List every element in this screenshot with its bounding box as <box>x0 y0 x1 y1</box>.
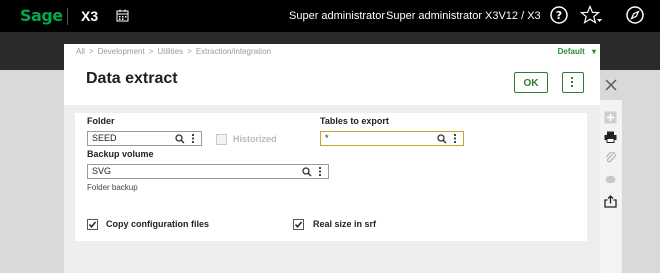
form-section: Folder SEED Historized Tables to export … <box>75 113 587 241</box>
print-icon[interactable] <box>604 131 617 143</box>
main-panel: All > Development > Utilities > Extraction/int… <box>64 44 600 273</box>
attachment-icon[interactable] <box>605 152 616 165</box>
checkmark-icon <box>294 221 303 228</box>
star-icon[interactable] <box>580 5 602 25</box>
tables-label: Tables to export <box>320 116 389 126</box>
more-actions-button[interactable] <box>562 72 584 93</box>
folder-label: Folder <box>87 116 115 126</box>
export-icon[interactable] <box>604 195 617 208</box>
product-name: X3 <box>81 8 99 24</box>
top-bar: Sage X3 Super administrator Super admini… <box>0 0 660 32</box>
ok-button[interactable]: OK <box>514 72 548 93</box>
divider <box>67 8 68 25</box>
add-icon[interactable] <box>604 111 617 124</box>
breadcrumb-item[interactable]: Utilities <box>157 47 183 56</box>
historized-label: Historized <box>233 134 277 144</box>
page-title: Data extract <box>86 70 178 87</box>
search-icon[interactable] <box>175 134 185 144</box>
search-icon[interactable] <box>302 167 312 177</box>
backup-volume-field[interactable]: SVG <box>87 164 329 179</box>
breadcrumb-item[interactable]: Development <box>98 47 145 56</box>
folder-value: SEED <box>92 133 117 143</box>
historized-checkbox[interactable] <box>216 134 227 145</box>
tables-value: * <box>325 133 329 143</box>
chevron-down-icon: ▾ <box>591 47 596 56</box>
copy-config-checkbox[interactable] <box>87 219 98 230</box>
search-icon[interactable] <box>437 134 447 144</box>
copy-config-label: Copy configuration files <box>106 219 210 229</box>
sage-logo[interactable]: Sage <box>20 6 63 25</box>
backup-volume-value: SVG <box>92 166 112 176</box>
side-toolbar <box>600 100 622 273</box>
compass-icon[interactable] <box>625 5 645 25</box>
close-icon[interactable] <box>604 78 618 92</box>
checkmark-icon <box>88 221 97 228</box>
breadcrumb-item[interactable]: Extraction/integration <box>196 47 271 56</box>
help-icon[interactable]: ? <box>549 5 569 25</box>
user-name[interactable]: Super administrator <box>386 10 482 22</box>
backup-volume-help: Folder backup <box>87 183 138 192</box>
folder-field[interactable]: SEED <box>87 131 202 146</box>
breadcrumb: All > Development > Utilities > Extraction/int… <box>76 47 271 56</box>
real-size-checkbox[interactable] <box>293 219 304 230</box>
real-size-label: Real size in srf <box>313 219 377 229</box>
breadcrumb-item[interactable]: All <box>76 47 85 56</box>
user-role[interactable]: Super administrator <box>289 10 385 22</box>
backup-volume-label: Backup volume <box>87 149 154 159</box>
field-menu-icon[interactable] <box>319 167 321 169</box>
field-menu-icon[interactable] <box>192 134 194 136</box>
calendar-icon[interactable] <box>116 9 129 22</box>
default-label: Default <box>557 47 585 56</box>
default-selector[interactable]: Default ▾ <box>558 47 596 56</box>
field-menu-icon[interactable] <box>454 134 456 136</box>
current-folder[interactable]: X3V12 / X3 <box>485 10 541 22</box>
comment-icon[interactable] <box>605 175 616 185</box>
tables-field[interactable]: * <box>320 131 464 146</box>
svg-text:?: ? <box>556 9 562 22</box>
